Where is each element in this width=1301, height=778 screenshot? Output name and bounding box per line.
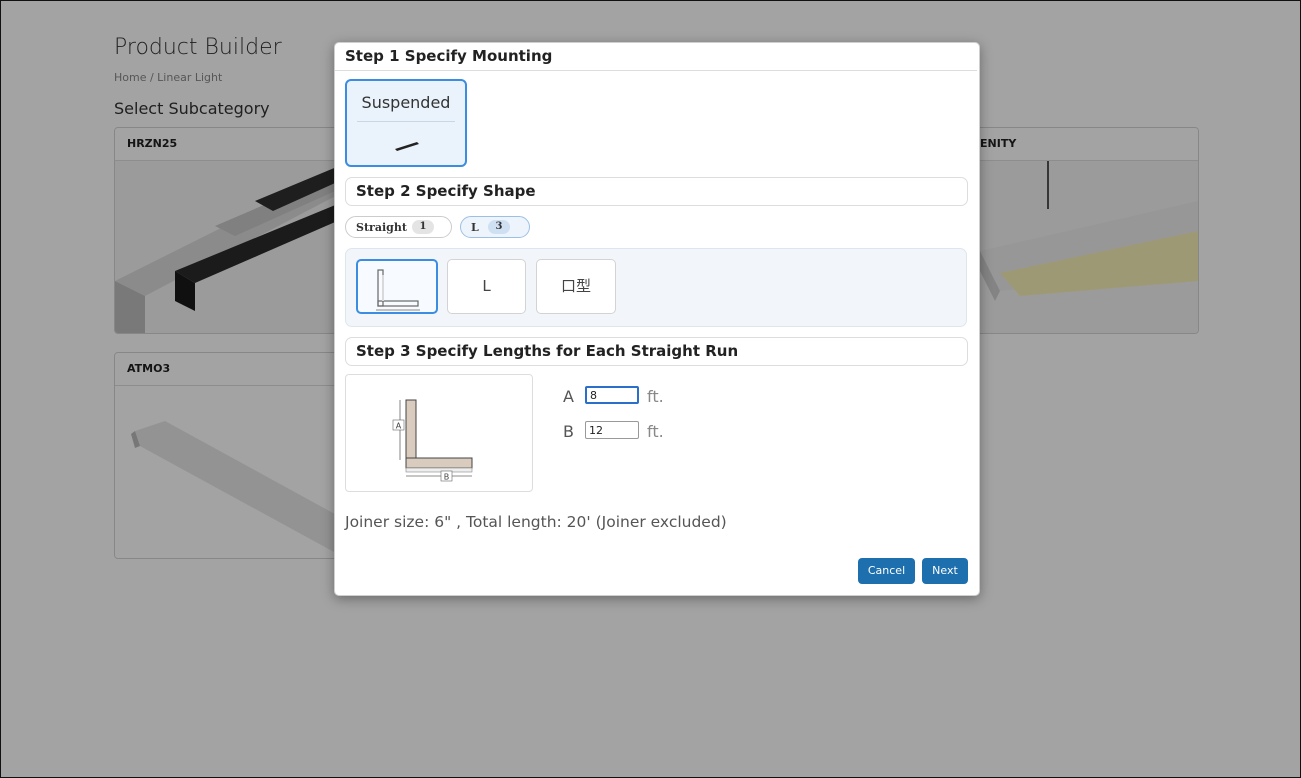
step1-header: Step 1 Specify Mounting [335,43,977,71]
l-shape-dimension-diagram: A B [345,374,533,492]
product-builder-modal: Step 1 Specify Mounting Suspended Step 2… [334,42,980,596]
step1-title: Step 1 Specify Mounting [345,47,553,65]
length-input-b[interactable] [585,421,639,439]
dimension-diagram-icon: A B [392,399,473,482]
shape-option-label: 口型 [560,277,591,295]
shape-option-l[interactable]: L [447,259,526,314]
suspended-fixture-icon [395,142,419,151]
diagram-label-b: B [444,473,450,482]
length-label-b: B [563,422,574,441]
step3-header: Step 3 Specify Lengths for Each Straight… [345,337,968,366]
filter-count-badge: 3 [488,220,510,234]
step2-header: Step 2 Specify Shape [345,177,968,206]
step2-title: Step 2 Specify Shape [356,182,536,200]
shape-filter-straight[interactable]: Straight 1 [345,216,452,238]
step3-title: Step 3 Specify Lengths for Each Straight… [356,342,739,360]
shape-option-label: L [482,277,491,295]
next-button[interactable]: Next [922,558,968,584]
filter-label: L [471,221,479,234]
length-unit-a: ft. [647,387,664,406]
filter-count-badge: 1 [412,220,434,234]
length-input-a[interactable] [585,386,639,404]
divider [357,121,455,122]
length-unit-b: ft. [647,422,664,441]
cancel-button[interactable]: Cancel [858,558,915,584]
shape-option-l-icon[interactable] [356,259,438,314]
shape-options-panel: L 口型 [345,248,967,327]
browser-frame: Product Builder Home / Linear Light Sele… [0,0,1301,778]
l-shape-icon [376,269,420,311]
mount-option-suspended[interactable]: Suspended [345,79,467,167]
diagram-label-a: A [396,422,402,431]
mount-option-label: Suspended [361,93,451,112]
filter-label: Straight [356,221,407,234]
length-summary: Joiner size: 6" , Total length: 20' (Joi… [345,513,727,531]
shape-option-square[interactable]: 口型 [536,259,616,314]
length-label-a: A [563,387,574,406]
shape-filter-l[interactable]: L 3 [460,216,530,238]
